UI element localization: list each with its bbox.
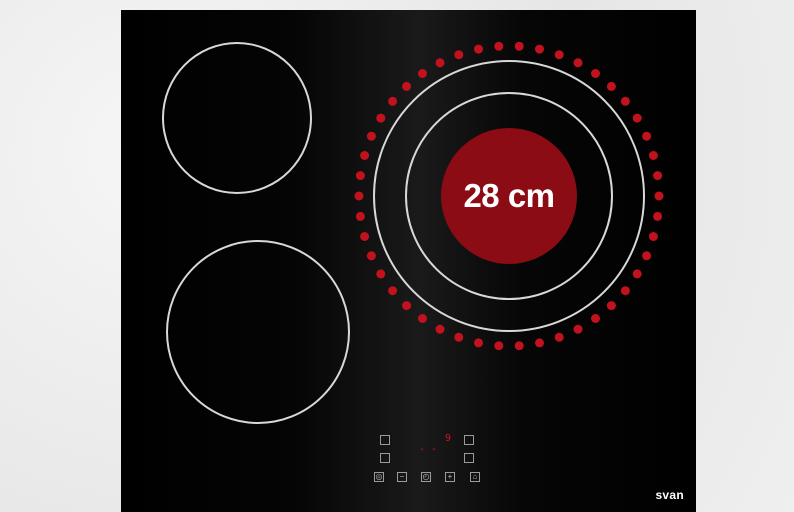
highlight-dot <box>632 113 642 123</box>
level-display-right: 9 <box>445 433 452 444</box>
highlight-dot <box>573 58 583 68</box>
highlight-dot <box>355 211 365 221</box>
brand-logo: svan <box>655 488 684 502</box>
highlight-dot <box>418 69 427 78</box>
minus-icon[interactable]: − <box>397 472 407 482</box>
highlight-dot <box>435 324 445 334</box>
level-display-left: - - <box>419 444 438 455</box>
highlight-dot <box>653 171 663 181</box>
highlight-dot <box>591 314 600 323</box>
highlight-dot <box>642 131 652 141</box>
highlight-dot <box>642 251 652 261</box>
highlight-dot <box>648 232 658 241</box>
highlight-dot <box>360 232 370 241</box>
highlight-dot <box>632 269 642 279</box>
highlight-dot <box>355 171 365 181</box>
highlight-dot <box>402 81 412 91</box>
highlight-dot <box>620 96 630 106</box>
highlight-dot <box>366 251 376 261</box>
lock-icon[interactable]: ⌂ <box>470 472 480 482</box>
highlight-dot <box>535 44 544 54</box>
highlight-dot <box>388 96 398 106</box>
zone-select-dual-icon[interactable] <box>464 453 474 463</box>
power-icon[interactable]: ◎ <box>374 472 384 482</box>
ceramic-cooktop: 28 cm - - 9 ◎ − ◴ + ⌂ svan <box>121 10 696 512</box>
highlight-dot <box>514 341 524 351</box>
plus-icon[interactable]: + <box>445 472 455 482</box>
highlight-dot <box>360 151 370 160</box>
highlight-dot <box>376 113 386 123</box>
highlight-dot <box>454 50 464 60</box>
highlight-dot <box>648 151 658 160</box>
highlight-dot <box>366 131 376 141</box>
highlight-dot <box>653 211 663 221</box>
highlight-dot <box>573 324 583 334</box>
highlight-dot <box>654 191 664 201</box>
highlight-dot <box>606 301 616 311</box>
highlight-dot <box>402 301 412 311</box>
highlight-dot <box>620 286 630 296</box>
highlight-dot <box>554 332 564 342</box>
highlight-dot <box>418 314 427 323</box>
highlight-dot <box>474 44 483 54</box>
highlight-dot <box>591 69 600 78</box>
highlight-dot <box>435 58 445 68</box>
highlight-dot <box>376 269 386 279</box>
zone-select-bottom-left-icon[interactable] <box>380 453 390 463</box>
zone-select-top-left-icon[interactable] <box>380 435 390 445</box>
highlight-dot <box>388 286 398 296</box>
timer-icon[interactable]: ◴ <box>421 472 431 482</box>
highlight-dot <box>494 41 504 51</box>
highlight-dot <box>554 50 564 60</box>
highlight-dot <box>474 338 483 348</box>
highlight-dot-ring <box>354 41 664 351</box>
zone-select-top-right-icon[interactable] <box>464 435 474 445</box>
highlight-dot <box>535 338 544 348</box>
highlight-dot <box>454 332 464 342</box>
highlight-dot <box>494 341 504 351</box>
highlight-dot <box>354 191 364 201</box>
highlight-dot <box>514 41 524 51</box>
highlight-dot <box>606 81 616 91</box>
